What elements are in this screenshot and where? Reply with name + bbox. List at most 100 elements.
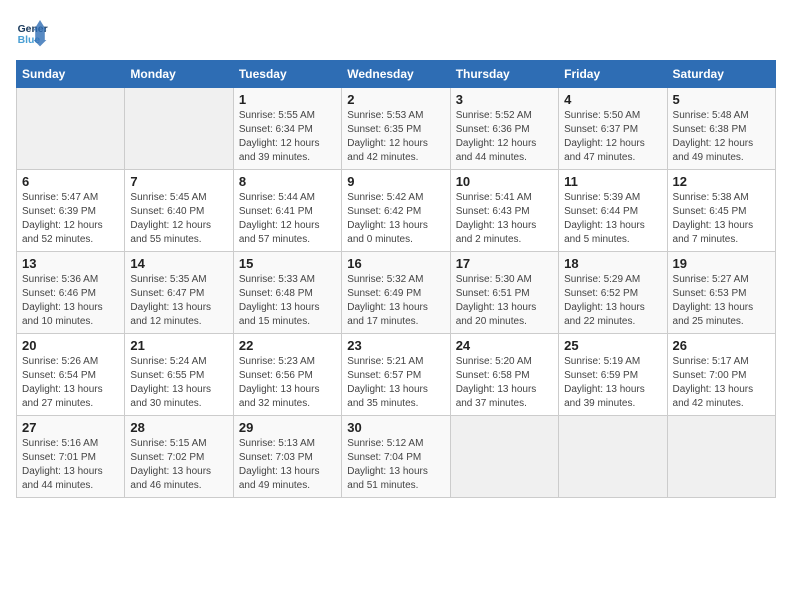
calendar-cell: 1 Sunrise: 5:55 AMSunset: 6:34 PMDaylight… [233,88,341,170]
calendar-body: 1 Sunrise: 5:55 AMSunset: 6:34 PMDaylight… [17,88,776,498]
header-row: SundayMondayTuesdayWednesdayThursdayFrid… [17,61,776,88]
calendar-cell: 25 Sunrise: 5:19 AMSunset: 6:59 PMDayligh… [559,334,667,416]
day-info: Sunrise: 5:33 AMSunset: 6:48 PMDaylight:… [239,273,336,329]
day-info: Sunrise: 5:13 AMSunset: 7:03 PMDaylight:… [239,437,336,493]
day-number: 22 [239,338,336,353]
day-info: Sunrise: 5:23 AMSunset: 6:56 PMDaylight:… [239,355,336,411]
day-info: Sunrise: 5:21 AMSunset: 6:57 PMDaylight:… [347,355,444,411]
day-info: Sunrise: 5:27 AMSunset: 6:53 PMDaylight:… [673,273,770,329]
day-number: 25 [564,338,661,353]
day-number: 19 [673,256,770,271]
day-info: Sunrise: 5:20 AMSunset: 6:58 PMDaylight:… [456,355,553,411]
day-number: 27 [22,420,119,435]
calendar-cell [125,88,233,170]
header-day-sunday: Sunday [17,61,125,88]
day-info: Sunrise: 5:35 AMSunset: 6:47 PMDaylight:… [130,273,227,329]
calendar-cell: 18 Sunrise: 5:29 AMSunset: 6:52 PMDayligh… [559,252,667,334]
day-info: Sunrise: 5:12 AMSunset: 7:04 PMDaylight:… [347,437,444,493]
calendar-cell: 3 Sunrise: 5:52 AMSunset: 6:36 PMDaylight… [450,88,558,170]
calendar-week-2: 6 Sunrise: 5:47 AMSunset: 6:39 PMDaylight… [17,170,776,252]
calendar-week-5: 27Sunrise: 5:16 AMSunset: 7:01 PMDayligh… [17,416,776,498]
day-info: Sunrise: 5:47 AMSunset: 6:39 PMDaylight:… [22,191,119,247]
day-number: 20 [22,338,119,353]
calendar-week-4: 20 Sunrise: 5:26 AMSunset: 6:54 PMDayligh… [17,334,776,416]
day-number: 16 [347,256,444,271]
calendar-cell [450,416,558,498]
calendar-table: SundayMondayTuesdayWednesdayThursdayFrid… [16,60,776,498]
day-number: 7 [130,174,227,189]
day-number: 23 [347,338,444,353]
day-info: Sunrise: 5:17 AMSunset: 7:00 PMDaylight:… [673,355,770,411]
day-info: Sunrise: 5:48 AMSunset: 6:38 PMDaylight:… [673,109,770,165]
calendar-cell: 26 Sunrise: 5:17 AMSunset: 7:00 PMDayligh… [667,334,775,416]
day-number: 13 [22,256,119,271]
day-number: 17 [456,256,553,271]
day-info: Sunrise: 5:52 AMSunset: 6:36 PMDaylight:… [456,109,553,165]
day-info: Sunrise: 5:39 AMSunset: 6:44 PMDaylight:… [564,191,661,247]
day-info: Sunrise: 5:19 AMSunset: 6:59 PMDaylight:… [564,355,661,411]
calendar-cell [17,88,125,170]
calendar-cell [667,416,775,498]
calendar-cell: 30 Sunrise: 5:12 AMSunset: 7:04 PMDayligh… [342,416,450,498]
day-info: Sunrise: 5:45 AMSunset: 6:40 PMDaylight:… [130,191,227,247]
day-number: 2 [347,92,444,107]
day-number: 26 [673,338,770,353]
header-day-tuesday: Tuesday [233,61,341,88]
calendar-cell: 19 Sunrise: 5:27 AMSunset: 6:53 PMDayligh… [667,252,775,334]
day-number: 30 [347,420,444,435]
header-day-monday: Monday [125,61,233,88]
day-number: 10 [456,174,553,189]
calendar-cell: 7 Sunrise: 5:45 AMSunset: 6:40 PMDaylight… [125,170,233,252]
day-info: Sunrise: 5:53 AMSunset: 6:35 PMDaylight:… [347,109,444,165]
logo-icon: General Blue [16,16,48,48]
day-number: 5 [673,92,770,107]
day-info: Sunrise: 5:38 AMSunset: 6:45 PMDaylight:… [673,191,770,247]
day-info: Sunrise: 5:36 AMSunset: 6:46 PMDaylight:… [22,273,119,329]
calendar-cell: 5 Sunrise: 5:48 AMSunset: 6:38 PMDaylight… [667,88,775,170]
calendar-cell: 9 Sunrise: 5:42 AMSunset: 6:42 PMDaylight… [342,170,450,252]
calendar-cell: 24Sunrise: 5:20 AMSunset: 6:58 PMDayligh… [450,334,558,416]
day-info: Sunrise: 5:55 AMSunset: 6:34 PMDaylight:… [239,109,336,165]
day-info: Sunrise: 5:29 AMSunset: 6:52 PMDaylight:… [564,273,661,329]
calendar-cell: 27Sunrise: 5:16 AMSunset: 7:01 PMDayligh… [17,416,125,498]
calendar-cell: 22 Sunrise: 5:23 AMSunset: 6:56 PMDayligh… [233,334,341,416]
day-info: Sunrise: 5:50 AMSunset: 6:37 PMDaylight:… [564,109,661,165]
day-number: 6 [22,174,119,189]
day-number: 1 [239,92,336,107]
calendar-cell [559,416,667,498]
day-number: 29 [239,420,336,435]
day-number: 8 [239,174,336,189]
day-number: 9 [347,174,444,189]
calendar-cell: 29 Sunrise: 5:13 AMSunset: 7:03 PMDayligh… [233,416,341,498]
calendar-cell: 15 Sunrise: 5:33 AMSunset: 6:48 PMDayligh… [233,252,341,334]
day-number: 3 [456,92,553,107]
calendar-header: SundayMondayTuesdayWednesdayThursdayFrid… [17,61,776,88]
calendar-cell: 11 Sunrise: 5:39 AMSunset: 6:44 PMDayligh… [559,170,667,252]
calendar-cell: 28 Sunrise: 5:15 AMSunset: 7:02 PMDayligh… [125,416,233,498]
calendar-cell: 14Sunrise: 5:35 AMSunset: 6:47 PMDayligh… [125,252,233,334]
day-number: 15 [239,256,336,271]
header-day-friday: Friday [559,61,667,88]
calendar-cell: 21Sunrise: 5:24 AMSunset: 6:55 PMDayligh… [125,334,233,416]
day-info: Sunrise: 5:24 AMSunset: 6:55 PMDaylight:… [130,355,227,411]
header-day-saturday: Saturday [667,61,775,88]
day-number: 12 [673,174,770,189]
calendar-cell: 12 Sunrise: 5:38 AMSunset: 6:45 PMDayligh… [667,170,775,252]
header-day-thursday: Thursday [450,61,558,88]
day-info: Sunrise: 5:42 AMSunset: 6:42 PMDaylight:… [347,191,444,247]
day-info: Sunrise: 5:41 AMSunset: 6:43 PMDaylight:… [456,191,553,247]
day-number: 18 [564,256,661,271]
header-day-wednesday: Wednesday [342,61,450,88]
day-info: Sunrise: 5:15 AMSunset: 7:02 PMDaylight:… [130,437,227,493]
calendar-cell: 4Sunrise: 5:50 AMSunset: 6:37 PMDaylight… [559,88,667,170]
logo: General Blue [16,16,52,48]
calendar-cell: 6 Sunrise: 5:47 AMSunset: 6:39 PMDaylight… [17,170,125,252]
day-info: Sunrise: 5:30 AMSunset: 6:51 PMDaylight:… [456,273,553,329]
day-info: Sunrise: 5:26 AMSunset: 6:54 PMDaylight:… [22,355,119,411]
day-number: 11 [564,174,661,189]
day-info: Sunrise: 5:32 AMSunset: 6:49 PMDaylight:… [347,273,444,329]
calendar-cell: 20 Sunrise: 5:26 AMSunset: 6:54 PMDayligh… [17,334,125,416]
calendar-cell: 13 Sunrise: 5:36 AMSunset: 6:46 PMDayligh… [17,252,125,334]
calendar-cell: 10 Sunrise: 5:41 AMSunset: 6:43 PMDayligh… [450,170,558,252]
day-number: 28 [130,420,227,435]
